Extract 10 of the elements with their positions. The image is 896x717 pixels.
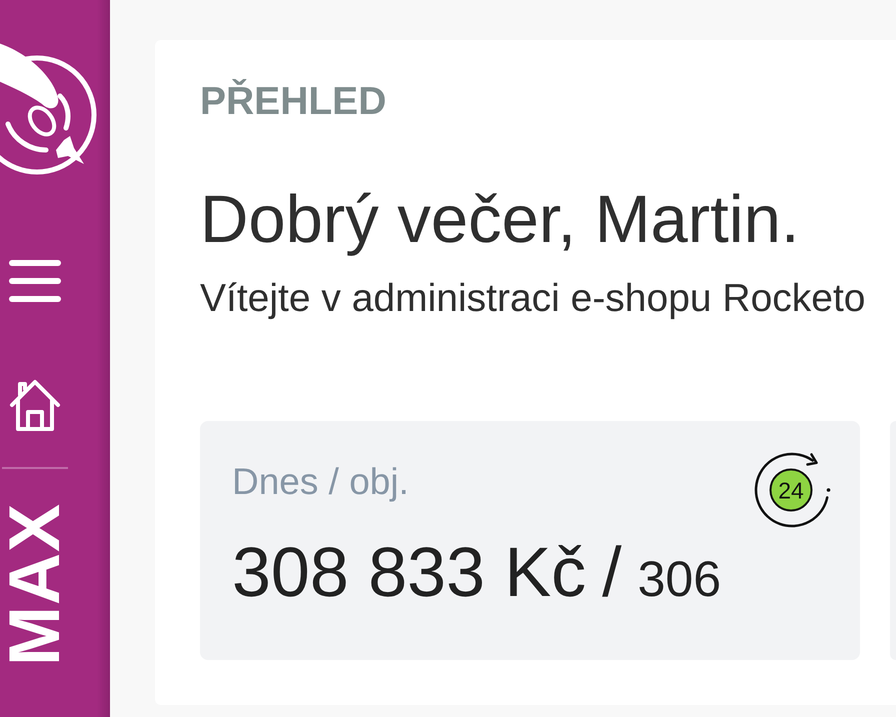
revenue-amount: 308 833 Kč	[232, 532, 586, 613]
order-count: 306	[638, 551, 722, 609]
stat-label: Dnes / obj.	[232, 460, 410, 504]
home-icon[interactable]	[9, 378, 61, 432]
greeting-heading: Dobrý večer, Martin.	[200, 180, 800, 258]
welcome-text: Vítejte v administraci e-shopu Rocketo	[200, 276, 866, 322]
section-title: PŘEHLED	[200, 79, 386, 125]
separator-slash: /	[602, 532, 622, 613]
plan-label: MAX	[8, 503, 62, 666]
menu-icon[interactable]	[9, 260, 61, 302]
